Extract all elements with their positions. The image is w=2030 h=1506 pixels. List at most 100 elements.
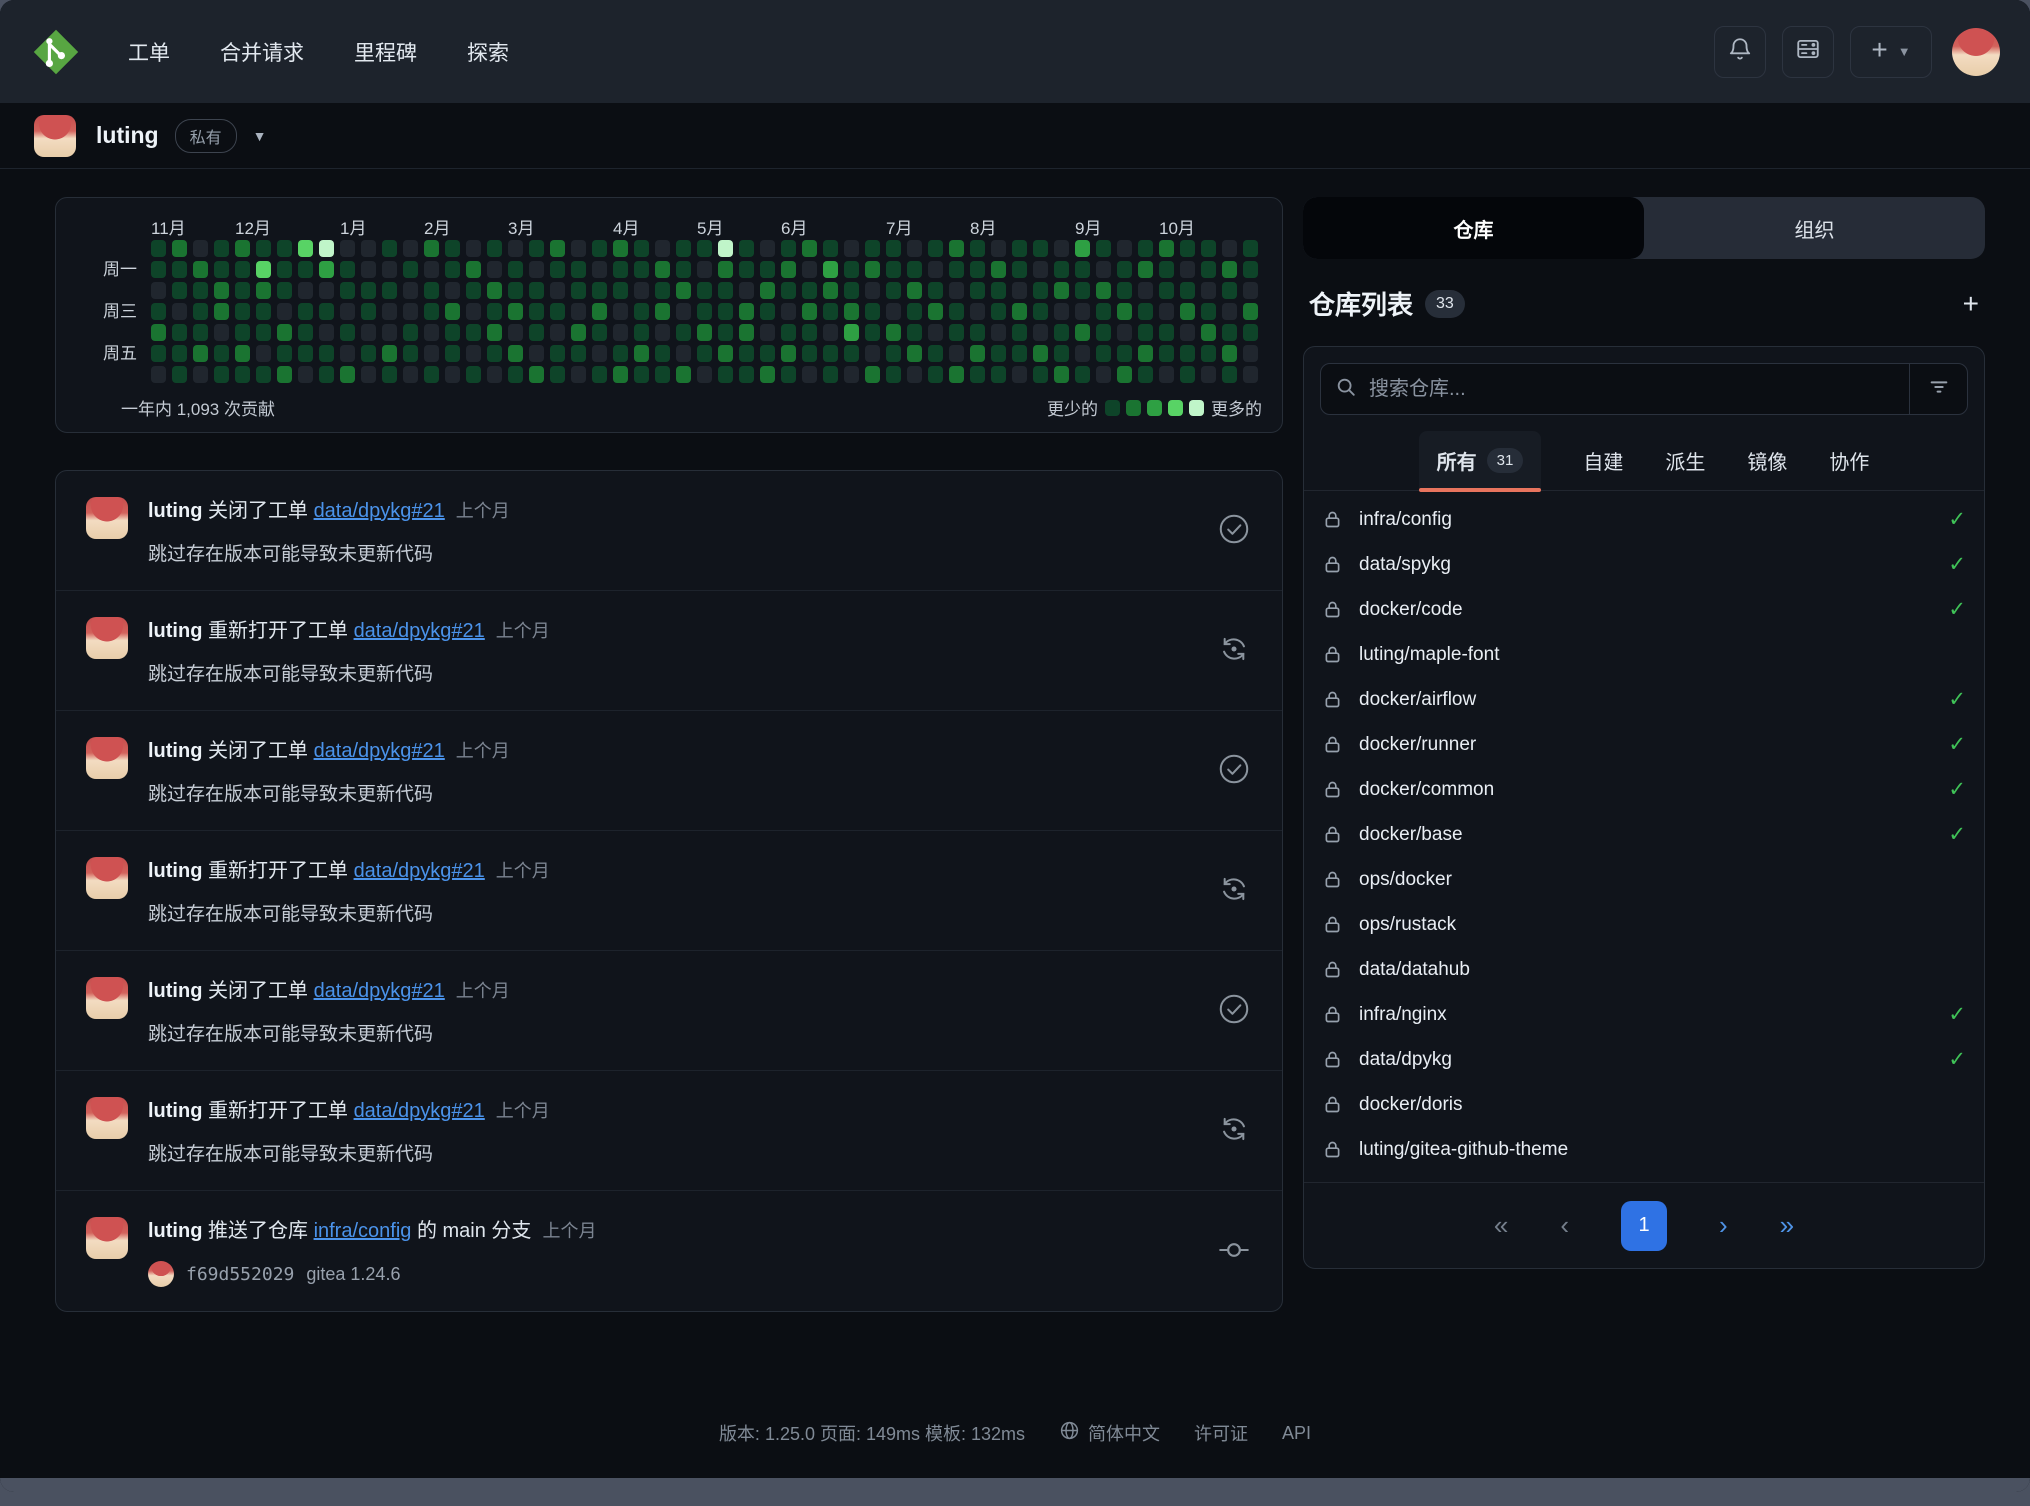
feed-entry-link[interactable]: data/dpykg#21 (354, 1100, 485, 1122)
repo-row[interactable]: docker/common✓ (1304, 767, 1984, 812)
repo-name-link[interactable]: luting/maple-font (1359, 644, 1499, 666)
repo-name-link[interactable]: infra/config (1359, 509, 1452, 531)
profile-dropdown-icon[interactable]: ▼ (253, 128, 267, 144)
repo-name-link[interactable]: docker/code (1359, 599, 1463, 621)
filter-tab-协作[interactable]: 协作 (1829, 431, 1869, 490)
feed-actor-name[interactable]: luting (148, 1100, 202, 1122)
heatmap-cell (1243, 345, 1258, 362)
pagination-current-page[interactable]: 1 (1621, 1201, 1667, 1251)
feed-actor-avatar[interactable] (86, 977, 128, 1019)
repo-name-link[interactable]: docker/common (1359, 779, 1494, 801)
feed-actor-avatar[interactable] (86, 617, 128, 659)
repo-row[interactable]: docker/doris (1304, 1082, 1984, 1127)
commit-sha-link[interactable]: f69d552029 (186, 1264, 294, 1285)
repo-row[interactable]: docker/base✓ (1304, 812, 1984, 857)
notifications-button[interactable] (1714, 26, 1766, 78)
feed-actor-name[interactable]: luting (148, 980, 202, 1002)
feed-actor-name[interactable]: luting (148, 1220, 202, 1242)
filter-tab-派生[interactable]: 派生 (1665, 431, 1705, 490)
user-avatar[interactable] (1952, 28, 2000, 76)
feed-actor-avatar[interactable] (86, 497, 128, 539)
repo-name-link[interactable]: ops/rustack (1359, 914, 1456, 936)
feed-actor-avatar[interactable] (86, 1097, 128, 1139)
filter-tab-自建[interactable]: 自建 (1583, 431, 1623, 490)
repo-name-link[interactable]: data/datahub (1359, 959, 1470, 981)
language-selector[interactable]: 简体中文 (1059, 1420, 1160, 1446)
repo-name-link[interactable]: docker/doris (1359, 1094, 1463, 1116)
heatmap-cell (508, 303, 523, 320)
feed-entry-link[interactable]: data/dpykg#21 (314, 740, 445, 762)
pagination-prev-button[interactable]: ‹ (1560, 1210, 1569, 1241)
repo-row[interactable]: luting/gitea-github-theme (1304, 1127, 1984, 1172)
heatmap-cell (739, 282, 754, 299)
heatmap-cell (235, 303, 250, 320)
create-new-dropdown[interactable]: + ▼ (1850, 26, 1932, 78)
repo-filter-button[interactable] (1909, 364, 1967, 414)
repo-row[interactable]: data/datahub (1304, 947, 1984, 992)
repo-row[interactable]: infra/nginx✓ (1304, 992, 1984, 1037)
feed-entry-link[interactable]: data/dpykg#21 (314, 980, 445, 1002)
heatmap-cell (613, 261, 628, 278)
heatmap-cell (445, 345, 460, 362)
heatmap-cell (865, 345, 880, 362)
feed-actor-avatar[interactable] (86, 1217, 128, 1259)
feed-actor-name[interactable]: luting (148, 500, 202, 522)
repo-row[interactable]: data/spykg✓ (1304, 542, 1984, 587)
tab-仓库[interactable]: 仓库 (1303, 197, 1644, 259)
repo-name-link[interactable]: infra/nginx (1359, 1004, 1447, 1026)
issue-closed-icon (1216, 991, 1252, 1032)
pagination-first-button[interactable]: « (1494, 1210, 1508, 1241)
repo-name-link[interactable]: docker/base (1359, 824, 1463, 846)
feed-actor-name[interactable]: luting (148, 860, 202, 882)
repo-row[interactable]: ops/rustack (1304, 902, 1984, 947)
repo-row[interactable]: ops/docker (1304, 857, 1984, 902)
nav-link-探索[interactable]: 探索 (467, 37, 509, 67)
heatmap-cell (424, 324, 439, 341)
heatmap-cell (340, 282, 355, 299)
license-link[interactable]: 许可证 (1194, 1420, 1248, 1446)
repo-name-link[interactable]: luting/gitea-github-theme (1359, 1139, 1568, 1161)
repo-name-link[interactable]: data/spykg (1359, 554, 1451, 576)
repo-row[interactable]: luting/maple-font (1304, 632, 1984, 677)
feed-actor-name[interactable]: luting (148, 620, 202, 642)
nav-link-工单[interactable]: 工单 (128, 37, 170, 67)
repo-name-link[interactable]: docker/runner (1359, 734, 1476, 756)
tab-组织[interactable]: 组织 (1644, 197, 1985, 259)
filter-tab-镜像[interactable]: 镜像 (1747, 431, 1787, 490)
feed-entry-link[interactable]: data/dpykg#21 (354, 860, 485, 882)
profile-username[interactable]: luting (96, 122, 159, 149)
repo-name-link[interactable]: data/dpykg (1359, 1049, 1452, 1071)
feed-actor-name[interactable]: luting (148, 740, 202, 762)
pagination-next-button[interactable]: › (1719, 1210, 1728, 1241)
heatmap-cell (193, 240, 208, 257)
feed-entry-comment: 跳过存在版本可能导致未更新代码 (148, 539, 1196, 566)
gitea-logo-icon[interactable] (30, 26, 82, 78)
repo-row[interactable]: docker/airflow✓ (1304, 677, 1984, 722)
feed-actor-avatar[interactable] (86, 737, 128, 779)
repo-name-link[interactable]: docker/airflow (1359, 689, 1476, 711)
add-repo-button[interactable]: + (1963, 290, 1979, 318)
admin-panel-button[interactable] (1782, 26, 1834, 78)
heatmap-cell (1054, 345, 1069, 362)
repo-row[interactable]: data/dpykg✓ (1304, 1037, 1984, 1082)
heatmap-cell (466, 324, 481, 341)
repo-row[interactable]: docker/code✓ (1304, 587, 1984, 632)
profile-avatar[interactable] (34, 115, 76, 157)
feed-actor-avatar[interactable] (86, 857, 128, 899)
filter-tab-所有[interactable]: 所有31 (1419, 431, 1542, 490)
heatmap-cell (172, 303, 187, 320)
nav-link-合并请求[interactable]: 合并请求 (220, 37, 304, 67)
heatmap-cell (1012, 240, 1027, 257)
nav-link-里程碑[interactable]: 里程碑 (354, 37, 417, 67)
pagination-last-button[interactable]: » (1780, 1210, 1794, 1241)
repo-search-input[interactable] (1369, 378, 1909, 401)
repo-name-link[interactable]: ops/docker (1359, 869, 1452, 891)
repo-row[interactable]: docker/runner✓ (1304, 722, 1984, 767)
repo-row[interactable]: infra/config✓ (1304, 497, 1984, 542)
heatmap-cell (844, 366, 859, 383)
feed-entry-link[interactable]: data/dpykg#21 (354, 620, 485, 642)
api-link[interactable]: API (1282, 1423, 1311, 1444)
feed-entry-link[interactable]: infra/config (314, 1220, 412, 1242)
feed-entry-link[interactable]: data/dpykg#21 (314, 500, 445, 522)
heatmap-day-labels: 周一周三周五 (76, 240, 151, 383)
